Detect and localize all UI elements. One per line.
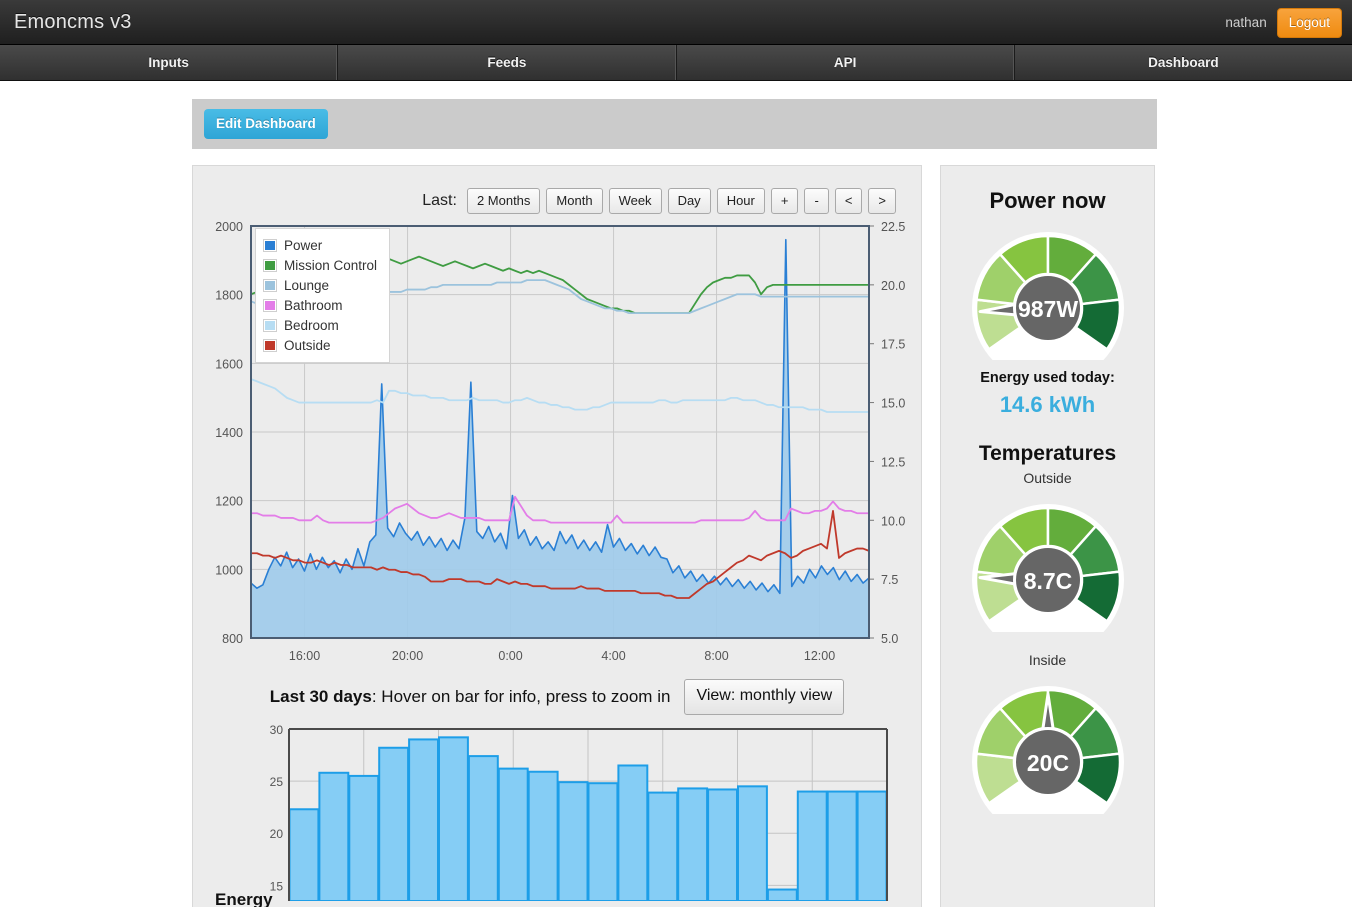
nav-item-inputs[interactable]: Inputs xyxy=(0,45,339,80)
svg-text:1600: 1600 xyxy=(215,357,243,371)
bar-chart-y-axis-label: Energy xyxy=(215,890,273,907)
bar-chart-header: Last 30 days: Hover on bar for info, pre… xyxy=(193,665,921,721)
svg-text:4:00: 4:00 xyxy=(601,649,625,663)
svg-text:16:00: 16:00 xyxy=(289,649,320,663)
dashboard-container: Edit Dashboard Last: 2 Months Month Week… xyxy=(192,99,1157,907)
chart-time-toolbar: Last: 2 Months Month Week Day Hour + - <… xyxy=(193,166,921,220)
svg-text:1000: 1000 xyxy=(215,563,243,577)
energy-used-label: Energy used today: xyxy=(980,370,1115,386)
power-gauge: 987W xyxy=(971,232,1124,360)
bar-chart-title: Last 30 days: Hover on bar for info, pre… xyxy=(270,687,671,707)
svg-text:1800: 1800 xyxy=(215,289,243,303)
energy-used-value: 14.6 kWh xyxy=(999,392,1096,417)
range-week-button[interactable]: Week xyxy=(608,188,662,214)
power-now-title: Power now xyxy=(989,188,1106,213)
legend-item-outside[interactable]: Outside xyxy=(263,335,377,355)
bar-chart-title-rest: : Hover on bar for info, press to zoom i… xyxy=(371,687,671,706)
edit-toolbar: Edit Dashboard xyxy=(192,99,1157,149)
svg-text:20C: 20C xyxy=(1026,750,1068,776)
outside-gauge-wrap: 8.7C xyxy=(941,492,1154,632)
legend-item-lounge[interactable]: Lounge xyxy=(263,275,377,295)
zoom-out-button[interactable]: - xyxy=(804,188,829,214)
legend-swatch-lounge xyxy=(263,278,277,292)
svg-text:5.0: 5.0 xyxy=(881,632,898,646)
legend-swatch-bedroom xyxy=(263,318,277,332)
range-hour-button[interactable]: Hour xyxy=(716,188,765,214)
inside-gauge-wrap: 20C xyxy=(941,674,1154,814)
bar-chart-svg[interactable]: 15202530 xyxy=(193,721,922,903)
legend-label-outside: Outside xyxy=(284,337,331,353)
svg-text:1200: 1200 xyxy=(215,495,243,509)
pan-right-button[interactable]: > xyxy=(868,188,896,214)
inside-temperature-gauge: 20C xyxy=(971,686,1124,814)
svg-text:12:00: 12:00 xyxy=(804,649,835,663)
svg-text:0:00: 0:00 xyxy=(498,649,522,663)
range-month-button[interactable]: Month xyxy=(546,188,603,214)
sidebar-panel: Power now 987W Energy used today: 14.6 k… xyxy=(940,165,1155,907)
top-bar-right: nathan Logout xyxy=(1225,0,1342,45)
range-day-button[interactable]: Day xyxy=(667,188,711,214)
legend-label-power: Power xyxy=(284,237,323,253)
legend-swatch-mission-control xyxy=(263,258,277,272)
legend-label-bathroom: Bathroom xyxy=(284,297,343,313)
legend-item-mission-control[interactable]: Mission Control xyxy=(263,255,377,275)
svg-text:17.5: 17.5 xyxy=(881,338,905,352)
legend-item-power[interactable]: Power xyxy=(263,235,377,255)
svg-text:20:00: 20:00 xyxy=(392,649,423,663)
app-brand: Emoncms v3 xyxy=(14,10,132,33)
legend-swatch-power xyxy=(263,238,277,252)
zoom-in-button[interactable]: + xyxy=(770,188,799,214)
svg-text:10.0: 10.0 xyxy=(881,514,905,528)
nav-item-feeds[interactable]: Feeds xyxy=(338,45,677,80)
top-bar: Emoncms v3 nathan Logout xyxy=(0,0,1352,45)
svg-text:20.0: 20.0 xyxy=(881,279,905,293)
temperatures-title: Temperatures xyxy=(978,442,1117,465)
outside-temperature-gauge: 8.7C xyxy=(971,504,1124,632)
svg-text:8:00: 8:00 xyxy=(704,649,728,663)
legend-item-bedroom[interactable]: Bedroom xyxy=(263,315,377,335)
svg-text:25: 25 xyxy=(270,775,284,789)
legend-label-bedroom: Bedroom xyxy=(284,317,339,333)
page-body: Edit Dashboard Last: 2 Months Month Week… xyxy=(0,81,1352,907)
bar-chart-title-bold: Last 30 days xyxy=(269,687,372,706)
svg-text:30: 30 xyxy=(270,723,284,737)
main-navigation: Inputs Feeds API Dashboard xyxy=(0,45,1352,81)
pan-left-button[interactable]: < xyxy=(834,188,863,214)
view-mode-button[interactable]: View: monthly view xyxy=(684,679,845,715)
svg-text:15.0: 15.0 xyxy=(881,397,905,411)
power-temperature-chart[interactable]: 800 1000 1200 1400 1600 1800 2000 5.0 7.5 10.0 12.… xyxy=(193,220,921,665)
legend-label-lounge: Lounge xyxy=(284,277,330,293)
chart-legend: Power Mission Control Lounge Bathroom Be… xyxy=(255,228,391,363)
svg-text:987W: 987W xyxy=(1017,296,1077,322)
legend-item-bathroom[interactable]: Bathroom xyxy=(263,295,377,315)
edit-dashboard-button[interactable]: Edit Dashboard xyxy=(204,109,328,139)
svg-text:12.5: 12.5 xyxy=(881,455,905,469)
svg-text:22.5: 22.5 xyxy=(881,220,905,234)
legend-swatch-bathroom xyxy=(263,298,277,312)
range-2months-button[interactable]: 2 Months xyxy=(466,188,541,214)
svg-text:8.7C: 8.7C xyxy=(1023,568,1072,594)
nav-item-api[interactable]: API xyxy=(677,45,1015,80)
svg-text:800: 800 xyxy=(222,632,243,646)
outside-label: Outside xyxy=(1023,470,1072,486)
power-gauge-wrap: 987W xyxy=(941,220,1154,360)
dashboard-columns: Last: 2 Months Month Week Day Hour + - <… xyxy=(192,165,1157,907)
svg-text:20: 20 xyxy=(270,827,284,841)
svg-text:2000: 2000 xyxy=(215,220,243,234)
svg-text:7.5: 7.5 xyxy=(881,573,898,587)
logout-button[interactable]: Logout xyxy=(1276,7,1342,38)
daily-energy-bar-chart[interactable]: 15 20 25 30 Energy xyxy=(193,721,922,907)
nav-item-dashboard[interactable]: Dashboard xyxy=(1015,45,1352,80)
inside-label: Inside xyxy=(1028,652,1067,668)
legend-label-mission-control: Mission Control xyxy=(284,257,378,273)
charts-panel: Last: 2 Months Month Week Day Hour + - <… xyxy=(192,165,922,907)
svg-text:1400: 1400 xyxy=(215,426,243,440)
last-label: Last: xyxy=(422,192,457,209)
username-label: nathan xyxy=(1225,15,1267,30)
legend-swatch-outside xyxy=(263,338,277,352)
